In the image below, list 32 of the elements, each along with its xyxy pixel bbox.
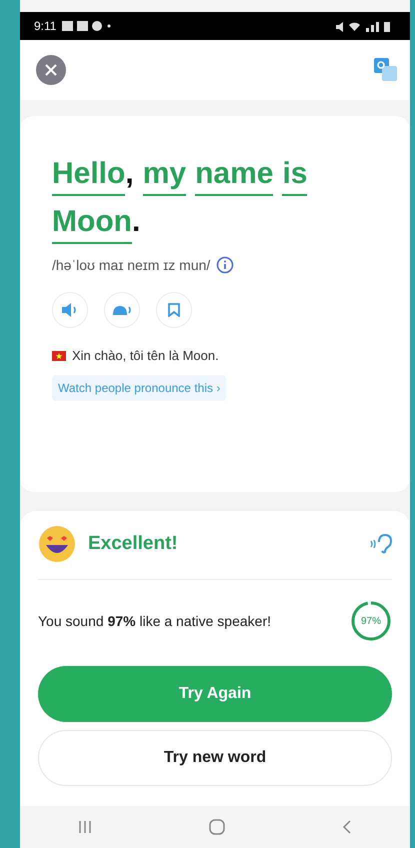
sentence-word[interactable]: my xyxy=(142,156,186,196)
try-new-word-button[interactable]: Try new word xyxy=(38,730,392,786)
notification-icons xyxy=(62,21,112,31)
sentence-word[interactable]: is xyxy=(282,156,308,196)
recent-apps-icon[interactable] xyxy=(78,820,92,834)
sentence-word[interactable]: Hello xyxy=(52,156,126,196)
info-icon[interactable] xyxy=(216,256,234,274)
speaker-button[interactable] xyxy=(52,292,88,328)
ear-icon[interactable] xyxy=(370,534,392,554)
back-icon[interactable] xyxy=(342,820,352,834)
status-time: 9:11 xyxy=(34,19,56,33)
try-again-button[interactable]: Try Again xyxy=(38,666,392,722)
sentence-word[interactable]: name xyxy=(195,156,274,196)
score-value: 97% xyxy=(360,614,382,628)
slow-speaker-button[interactable] xyxy=(104,292,140,328)
flag-icon xyxy=(52,350,66,360)
translation-text: Xin chào, tôi tên là Moon. xyxy=(72,348,219,363)
result-title: Excellent! xyxy=(88,533,178,555)
phonetic-text: /həˈloʊ maɪ neɪm ɪz mun/ xyxy=(52,257,210,273)
speaker-icon xyxy=(62,303,78,317)
bookmark-button[interactable] xyxy=(156,292,192,328)
sentence-word[interactable]: Moon xyxy=(52,204,132,244)
close-button[interactable] xyxy=(36,55,66,85)
watch-pronounce-link[interactable]: Watch people pronounce this › xyxy=(52,375,226,401)
punctuation: . xyxy=(132,204,140,240)
close-icon xyxy=(45,64,57,76)
heart-eyes-emoji-icon xyxy=(38,525,76,563)
home-icon[interactable] xyxy=(208,819,225,835)
score-message: You sound 97% like a native speaker! xyxy=(38,613,271,629)
punctuation: , xyxy=(125,156,134,192)
bookmark-icon xyxy=(168,303,180,317)
translate-icon[interactable] xyxy=(374,58,398,82)
